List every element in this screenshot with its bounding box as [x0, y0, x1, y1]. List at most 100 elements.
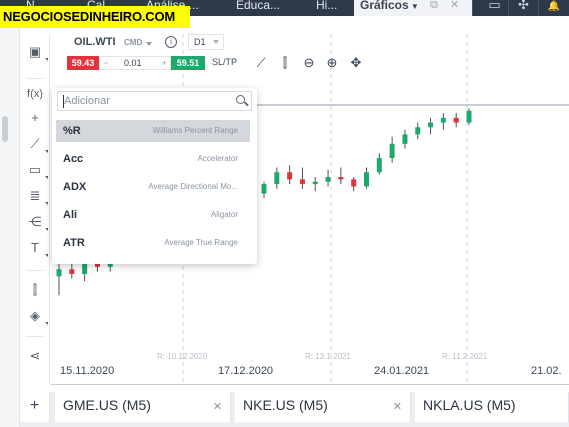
candle-up [325, 176, 331, 182]
layout-icon: ▭ [488, 0, 501, 12]
candles-icon[interactable]: ⫿ [276, 54, 294, 72]
settings-button[interactable]: ✣ [508, 0, 538, 16]
divider [26, 270, 44, 271]
symbol-label[interactable]: OIL.WTI [74, 36, 116, 48]
divider [26, 336, 44, 337]
search-icon [236, 95, 245, 104]
indicator-name: Aligator [210, 210, 238, 219]
candle-down [69, 269, 75, 274]
scrollbar[interactable] [2, 116, 8, 142]
text-icon[interactable]: T [25, 238, 48, 258]
candle-up [440, 117, 446, 123]
crosshair-icon[interactable]: + [25, 108, 45, 128]
instrument-tab-nkla[interactable]: NKLA.US (M5) [415, 392, 569, 422]
indicator-item-ali[interactable]: Ali Aligator [56, 204, 250, 226]
tab-label: NKE.US (M5) [243, 397, 328, 413]
candle-up [415, 127, 421, 135]
bell-icon: 🔔 [547, 1, 561, 12]
quantity-stepper: − 0.01 + [99, 56, 171, 70]
external-link-icon[interactable]: ⧉ [430, 0, 438, 11]
rollover-label: R: 11.2.2021 [442, 352, 488, 361]
zoom-out-icon[interactable]: ⊖ [300, 54, 318, 72]
watermark-brand: NEGOCIOSEDINHEIRO.COM [0, 6, 190, 28]
settings-icon: ✣ [518, 0, 529, 12]
indicator-abbr: %R [63, 125, 81, 137]
tab-history[interactable]: Hi... [308, 0, 348, 16]
search-placeholder: Adicionar [64, 95, 110, 107]
x-axis-label: 15.11.2020 [60, 365, 115, 377]
chevron-down-icon [213, 40, 219, 44]
indicator-item-adx[interactable]: ADX Average Directional Mo... [56, 176, 250, 198]
rollover-label: R: 13.1.2021 [305, 352, 351, 361]
tab-label: NKLA.US (M5) [423, 397, 516, 413]
indicator-abbr: ATR [63, 237, 85, 249]
zoom-in-icon[interactable]: ⊕ [323, 54, 341, 72]
layers-icon[interactable]: ◈ [25, 306, 48, 326]
increase-button[interactable]: + [162, 57, 167, 69]
left-panel [0, 16, 20, 427]
indicator-item-wpr[interactable]: %R Williams Percent Range [56, 120, 250, 142]
divider [26, 78, 44, 79]
timeframe-select[interactable]: D1 [188, 34, 224, 50]
instrument-type[interactable]: CMD [124, 38, 142, 47]
candle-up [376, 158, 382, 173]
rollover-label: R: 10.12.2020 [157, 352, 208, 361]
info-icon[interactable]: i [165, 36, 177, 48]
indicator-item-atr[interactable]: ATR Average True Range [56, 232, 250, 254]
indicator-abbr: Acc [63, 153, 84, 165]
candle-up [274, 172, 280, 185]
candle-up [56, 269, 62, 277]
buy-button[interactable]: 59.51 [171, 56, 205, 70]
close-icon[interactable]: ✕ [213, 400, 222, 413]
chevron-down-icon[interactable] [146, 42, 152, 46]
indicator-name: Average Directional Mo... [148, 182, 238, 191]
sltp-button[interactable]: SL/TP [212, 57, 237, 67]
timeframe-value: D1 [194, 37, 206, 47]
tab-label: Educa... [236, 0, 281, 12]
indicator-name: Average True Range [164, 238, 238, 247]
tab-education[interactable]: Educa... [228, 0, 292, 16]
trading-app: N Cal Análise ... Educa... Hi... Gráfico… [0, 0, 569, 427]
indicators-icon[interactable]: f(x) [25, 84, 45, 104]
x-axis-label: 24.01.2021 [374, 365, 430, 377]
sell-button[interactable]: 59.43 [67, 56, 99, 70]
drawing-toolbar: ▣ f(x) + ⟋ ▭ ≣ ⋲ T ⫿ ◈ ⋖ [20, 34, 50, 384]
instrument-tab-gme[interactable]: GME.US (M5) ✕ [55, 392, 231, 422]
decrease-button[interactable]: − [103, 57, 108, 69]
candle-up [466, 110, 472, 123]
indicator-search-input[interactable]: Adicionar [57, 91, 252, 111]
close-icon[interactable]: ✕ [450, 0, 459, 11]
candle-down [338, 176, 344, 180]
x-axis-label: 21.02. [531, 365, 562, 377]
fibonacci-icon[interactable]: ≣ [25, 186, 48, 206]
indicator-name: Accelerator [197, 154, 238, 163]
indicator-name: Williams Percent Range [152, 126, 238, 135]
candle-up [261, 184, 267, 194]
instrument-tab-nke[interactable]: NKE.US (M5) ✕ [235, 392, 411, 422]
candle-up [312, 181, 318, 185]
notifications-button[interactable]: 🔔 [538, 0, 569, 16]
share-icon[interactable]: ⋖ [25, 346, 45, 366]
candles-icon[interactable]: ⫿ [25, 280, 45, 300]
add-tab-button[interactable]: + [20, 392, 50, 422]
close-icon[interactable]: ✕ [393, 400, 402, 413]
candle-up [364, 172, 369, 187]
x-axis-label: 17.12.2020 [218, 365, 274, 377]
indicator-abbr: ADX [63, 181, 87, 193]
pitchfork-icon[interactable]: ⋲ [25, 212, 48, 232]
tab-charts[interactable]: Gráficos ▼ ⧉ ✕ [354, 0, 472, 16]
candle-down [453, 117, 459, 123]
line-chart-icon[interactable]: ⟋ [252, 54, 270, 72]
move-icon[interactable]: ✥ [347, 54, 365, 72]
indicator-item-acc[interactable]: Acc Accelerator [56, 148, 250, 170]
candle-down [351, 179, 357, 187]
x-axis-line [51, 384, 569, 385]
tab-label: Gráficos [360, 0, 409, 12]
tab-label: Hi... [316, 0, 338, 12]
trendline-icon[interactable]: ⟋ [25, 134, 48, 154]
chart-type-icon[interactable]: ▣ [25, 42, 48, 62]
candle-up [402, 134, 408, 144]
quantity-input[interactable]: 0.01 [124, 57, 142, 69]
indicator-picker: Adicionar %R Williams Percent Range Acc … [52, 88, 257, 264]
rectangle-icon[interactable]: ▭ [25, 160, 48, 180]
